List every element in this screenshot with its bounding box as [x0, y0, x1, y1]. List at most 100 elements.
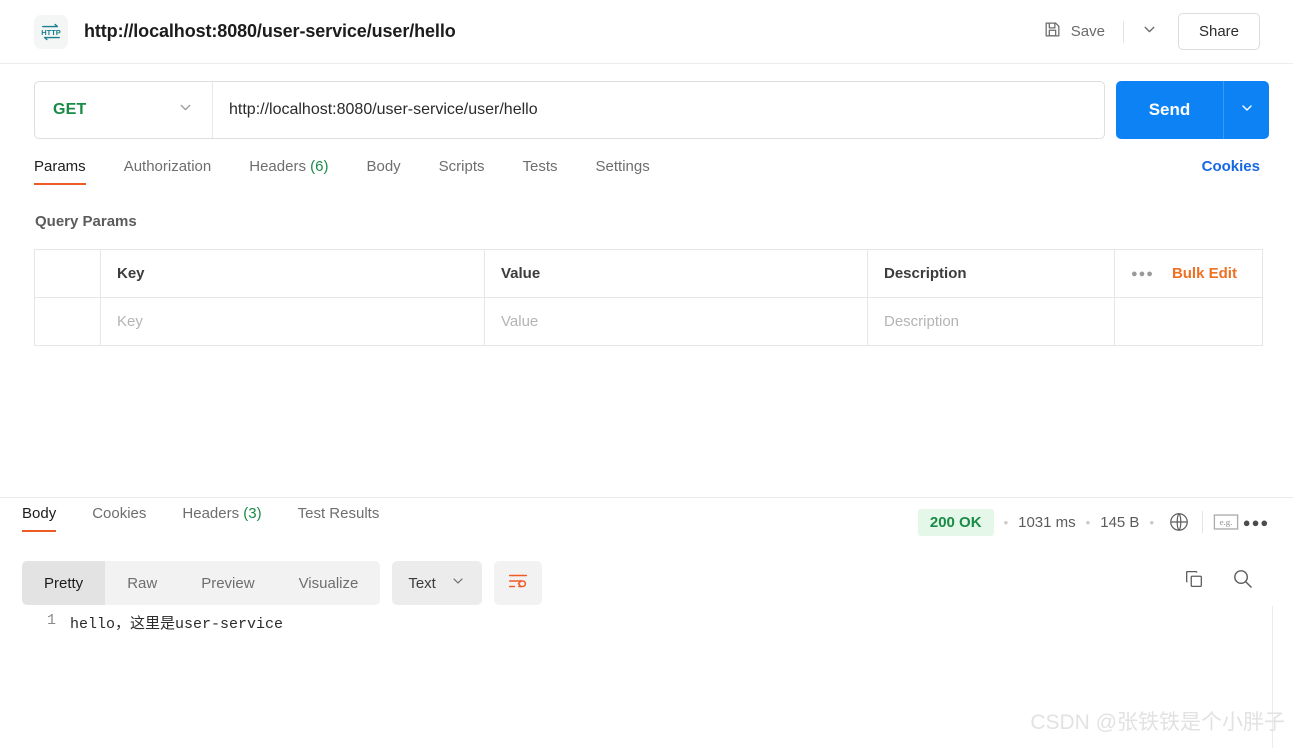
response-tab-headers[interactable]: Headers (3)	[182, 505, 261, 532]
tab-label: Settings	[595, 158, 650, 175]
tab-count: (3)	[243, 505, 262, 522]
wrap-lines-icon	[507, 570, 529, 597]
http-protocol-icon: HTTP	[34, 14, 68, 49]
svg-text:HTTP: HTTP	[41, 28, 61, 37]
share-button[interactable]: Share	[1177, 13, 1260, 50]
tab-count: (6)	[310, 158, 329, 175]
query-params-title: Query Params	[35, 213, 137, 230]
response-tab-body[interactable]: Body	[22, 505, 57, 532]
query-params-table: Key Value Description ●●● Bulk Edit Key …	[34, 249, 1263, 346]
search-button[interactable]	[1227, 566, 1257, 596]
response-format-select[interactable]: Text	[392, 561, 482, 605]
row-cell-checkbox[interactable]	[34, 297, 101, 346]
bulk-edit-button[interactable]: Bulk Edit	[1172, 265, 1237, 282]
svg-text:e.g.: e.g.	[1220, 517, 1233, 527]
response-body-actions	[1179, 566, 1257, 596]
table-header-row: Key Value Description ●●● Bulk Edit	[34, 249, 1263, 298]
view-preview-button[interactable]: Preview	[179, 561, 276, 605]
page-title: http://localhost:8080/user-service/user/…	[84, 21, 456, 41]
header-cell-description: Description	[867, 249, 1115, 298]
top-bar: HTTP http://localhost:8080/user-service/…	[0, 0, 1293, 64]
url-input-group: GET http://localhost:8080/user-service/u…	[34, 81, 1105, 139]
response-tabs: Body Cookies Headers (3) Test Results	[22, 505, 415, 532]
header-cell-key: Key	[100, 249, 485, 298]
tab-headers[interactable]: Headers (6)	[249, 158, 328, 185]
response-view-toolbar: Pretty Raw Preview Visualize Text	[22, 561, 542, 605]
copy-icon	[1183, 568, 1205, 595]
response-format-label: Text	[408, 574, 436, 592]
save-button[interactable]: Save	[1033, 14, 1115, 49]
toolbar-divider	[1202, 511, 1203, 533]
send-button-group: Send	[1116, 81, 1269, 139]
tab-label: Body	[22, 505, 57, 522]
header-cell-bulk-edit: ●●● Bulk Edit	[1114, 249, 1263, 298]
send-button[interactable]: Send	[1116, 81, 1223, 139]
floppy-disk-icon	[1043, 20, 1062, 43]
save-label: Save	[1070, 23, 1105, 40]
view-visualize-button[interactable]: Visualize	[277, 561, 381, 605]
tab-label: Body	[366, 158, 401, 175]
separator-dot: •	[1003, 514, 1009, 530]
wrap-lines-button[interactable]	[493, 561, 542, 605]
request-tabs: Params Authorization Headers (6) Body Sc…	[34, 158, 1260, 196]
postman-request-window: HTTP http://localhost:8080/user-service/…	[0, 0, 1293, 748]
line-content: hello，这里是user-service	[70, 616, 284, 633]
chevron-down-icon	[177, 99, 194, 121]
key-input[interactable]: Key	[100, 297, 485, 346]
response-tab-test-results[interactable]: Test Results	[298, 505, 380, 532]
separator-dot: •	[1085, 514, 1091, 530]
tab-scripts[interactable]: Scripts	[439, 158, 485, 185]
tab-label: Scripts	[438, 158, 485, 175]
tab-authorization[interactable]: Authorization	[124, 158, 212, 185]
send-options-button[interactable]	[1223, 81, 1269, 139]
search-icon	[1231, 567, 1254, 595]
copy-button[interactable]	[1179, 566, 1209, 596]
tab-tests[interactable]: Tests	[523, 158, 558, 185]
http-method-label: GET	[53, 101, 87, 118]
save-options-button[interactable]	[1132, 14, 1168, 50]
globe-icon[interactable]	[1164, 507, 1194, 537]
view-raw-button[interactable]: Raw	[105, 561, 179, 605]
header-cell-value: Value	[484, 249, 868, 298]
url-input[interactable]: http://localhost:8080/user-service/user/…	[213, 82, 1104, 138]
watermark: CSDN @张铁铁是个小胖子	[1030, 711, 1285, 734]
tab-label: Headers	[182, 505, 240, 522]
row-cell-spacer	[1114, 297, 1263, 346]
tab-label: Params	[34, 158, 86, 175]
tab-label: Cookies	[92, 505, 147, 522]
line-number: 1	[46, 612, 56, 629]
response-view-segmented-control: Pretty Raw Preview Visualize	[22, 561, 381, 605]
chevron-down-icon	[1239, 100, 1255, 121]
view-pretty-button[interactable]: Pretty	[22, 561, 106, 605]
response-size: 145 B	[1100, 513, 1140, 531]
tab-label: Test Results	[297, 505, 380, 522]
header-cell-checkbox	[34, 249, 101, 298]
ellipsis-icon[interactable]: ●●●	[1131, 268, 1154, 280]
http-method-select[interactable]: GET	[35, 82, 213, 138]
description-input[interactable]: Description	[867, 297, 1115, 346]
response-time: 1031 ms	[1018, 513, 1076, 531]
url-bar-row: GET http://localhost:8080/user-service/u…	[34, 81, 1269, 139]
tab-label: Authorization	[123, 158, 212, 175]
tab-params[interactable]: Params	[34, 158, 86, 185]
response-tab-cookies[interactable]: Cookies	[92, 505, 146, 532]
ellipsis-icon: ●●●	[1242, 514, 1270, 530]
separator-dot: •	[1149, 514, 1154, 530]
response-more-options-button[interactable]: ●●●	[1241, 507, 1271, 537]
example-icon[interactable]: e.g.	[1211, 507, 1241, 537]
tab-label: Tests	[522, 158, 558, 175]
tab-settings[interactable]: Settings	[596, 158, 650, 185]
table-row: Key Value Description	[34, 297, 1263, 346]
chevron-down-icon	[1141, 21, 1158, 43]
toolbar-divider	[1122, 20, 1124, 43]
value-input[interactable]: Value	[484, 297, 868, 346]
top-bar-actions: Save Share	[1033, 13, 1260, 50]
chevron-down-icon	[450, 573, 466, 593]
cookies-link[interactable]: Cookies	[1202, 158, 1260, 175]
tab-body[interactable]: Body	[366, 158, 400, 185]
response-status-bar: 200 OK • 1031 ms • 145 B • e.g. ●●●	[917, 507, 1271, 537]
tab-label: Headers	[249, 158, 306, 175]
status-badge[interactable]: 200 OK	[917, 508, 994, 536]
code-line: 1 hello，这里是user-service	[22, 612, 1271, 633]
response-panel-divider[interactable]	[0, 497, 1293, 498]
